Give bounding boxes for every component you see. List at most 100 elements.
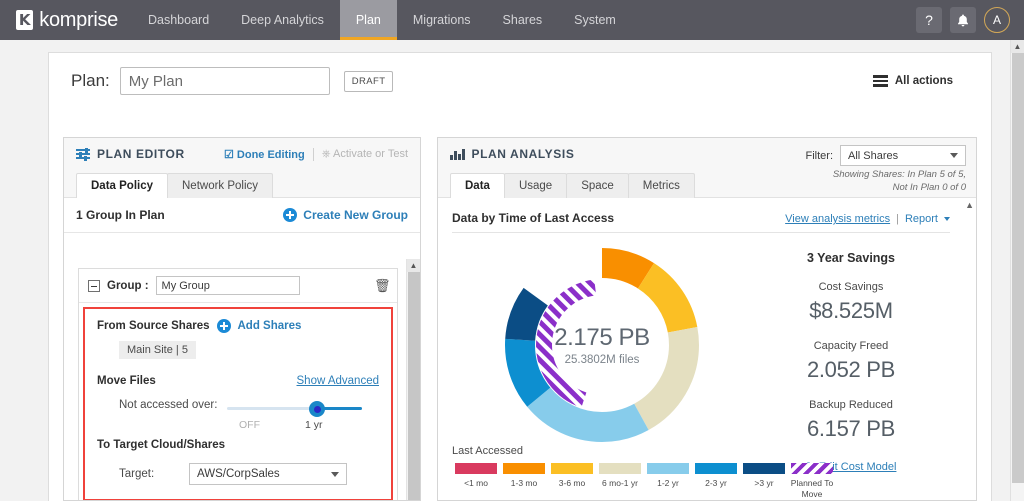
group-card: Group : 🗑 From Source Shares Add Shares (78, 268, 398, 500)
view-analysis-metrics-link[interactable]: View analysis metrics (785, 213, 890, 225)
not-accessed-over-row: Not accessed over: OFF 1 yr (97, 399, 379, 433)
group-header-row: Group : 🗑 (79, 269, 397, 303)
brand-name: komprise (39, 8, 118, 31)
move-files-row: Move Files Show Advanced (97, 375, 379, 387)
show-advanced-link[interactable]: Show Advanced (297, 375, 379, 387)
plan-editor-tabs: Data Policy Network Policy (76, 173, 274, 198)
all-actions-button[interactable]: All actions (872, 75, 975, 87)
help-icon[interactable]: ? (916, 7, 942, 33)
hamburger-icon (872, 75, 888, 87)
legend-item-2-3-yr[interactable]: 2-3 yr (692, 462, 740, 500)
tab-space[interactable]: Space (566, 173, 629, 198)
savings-title: 3 Year Savings (806, 251, 896, 265)
legend-swatch (647, 462, 689, 474)
collapse-group-icon[interactable] (88, 279, 100, 292)
target-select[interactable]: AWS/CorpSales (189, 463, 347, 485)
done-editing-label: Done Editing (236, 148, 305, 161)
donut-file-count: 25.3802M files (564, 354, 640, 366)
analysis-section-header: Data by Time of Last Access View analysi… (452, 211, 950, 233)
report-label: Report (904, 213, 938, 225)
nav-item-system[interactable]: System (558, 0, 632, 40)
links-separator: | (896, 213, 899, 225)
target-select-value: AWS/CorpSales (197, 468, 280, 480)
plan-editor-scroll-area: Group : 🗑 From Source Shares Add Shares (64, 259, 420, 500)
showing-shares-line1: Showing Shares: In Plan 5 of 5, (832, 169, 966, 180)
tab-data-policy[interactable]: Data Policy (76, 173, 168, 198)
header-divider (312, 147, 314, 161)
legend-swatch (455, 462, 497, 474)
report-dropdown[interactable]: Report (905, 213, 938, 225)
share-chip[interactable]: Main Site | 5 (119, 341, 196, 359)
plan-editor-header: PLAN EDITOR ☑ Done Editing ⎈ Activate or… (64, 138, 420, 198)
top-navigation-bar: K komprise Dashboard Deep Analytics Plan… (0, 0, 1024, 40)
analysis-main-content: 2.175 PB 25.3802M files 3 Year Savings C… (452, 233, 950, 475)
legend-item-1-3-mo[interactable]: 1-3 mo (500, 462, 548, 500)
nav-item-migrations[interactable]: Migrations (397, 0, 487, 40)
group-name-input[interactable] (155, 276, 300, 295)
bell-glyph-svg (958, 14, 968, 26)
sliders-icon (76, 147, 90, 161)
target-select-row: Target: AWS/CorpSales (97, 463, 379, 485)
legend-item-6-mo-1-yr[interactable]: 6 mo-1 yr (596, 462, 644, 500)
tab-network-policy[interactable]: Network Policy (167, 173, 274, 198)
legend-item-over-3-yr[interactable]: >3 yr (740, 462, 788, 500)
legend-label: <1 mo (464, 477, 488, 488)
savings-column: 3 Year Savings Cost Savings $8.525M Capa… (752, 241, 950, 475)
bell-icon[interactable] (950, 7, 976, 33)
legend-swatch (791, 462, 833, 474)
plan-card: Plan: DRAFT All actions PLAN ED (48, 52, 992, 501)
not-accessed-over-slider[interactable]: OFF 1 yr (227, 399, 362, 433)
plan-name-input[interactable] (119, 67, 330, 95)
legend-items: <1 mo 1-3 mo 3-6 mo 6 mo-1 yr 1-2 yr 2-3… (452, 462, 836, 500)
delete-group-icon[interactable]: 🗑 (374, 279, 391, 292)
plan-analysis-tabs: Data Usage Space Metrics (450, 173, 695, 198)
tab-data[interactable]: Data (450, 173, 505, 198)
to-target-row: To Target Cloud/Shares (97, 439, 379, 451)
filter-label: Filter: (805, 149, 834, 162)
tab-metrics[interactable]: Metrics (627, 173, 695, 198)
backup-reduced-value: 6.157 PB (806, 416, 896, 441)
plan-editor-scrollbar[interactable]: ▲ (406, 259, 420, 500)
move-policy-highlight-region: From Source Shares Add Shares Main Site … (83, 307, 393, 500)
group-count-row: 1 Group In Plan Create New Group (64, 198, 420, 233)
legend-label: 2-3 yr (705, 477, 727, 488)
status-badge[interactable]: DRAFT (343, 70, 394, 92)
cost-savings-value: $8.525M (809, 298, 893, 323)
tab-usage[interactable]: Usage (503, 173, 568, 198)
plan-analysis-panel: PLAN ANALYSIS Filter: All Shares Showing… (437, 137, 977, 501)
collapse-panel-icon[interactable]: ▲ (965, 200, 974, 210)
nav-item-deep-analytics[interactable]: Deep Analytics (225, 0, 340, 40)
nav-item-dashboard[interactable]: Dashboard (132, 0, 225, 40)
slider-handle[interactable] (309, 401, 325, 417)
chart-legend: Last Accessed <1 mo 1-3 mo 3-6 mo 6 mo-1… (452, 445, 836, 500)
add-shares-button[interactable]: Add Shares (217, 319, 301, 333)
legend-item-1-2-yr[interactable]: 1-2 yr (644, 462, 692, 500)
create-new-group-button[interactable]: Create New Group (283, 208, 408, 222)
legend-item-planned-to-move[interactable]: Planned To Move (788, 462, 836, 500)
nav-item-plan[interactable]: Plan (339, 0, 397, 40)
move-files-label: Move Files (97, 375, 156, 387)
avatar[interactable]: A (984, 7, 1010, 33)
page-scrollbar[interactable]: ▲ (1010, 40, 1024, 501)
plan-editor-title: PLAN EDITOR (97, 147, 185, 161)
capacity-freed-label: Capacity Freed (813, 340, 889, 352)
plan-analysis-header: PLAN ANALYSIS Filter: All Shares Showing… (438, 138, 976, 198)
panels-container: PLAN EDITOR ☑ Done Editing ⎈ Activate or… (63, 137, 977, 501)
brand-logo[interactable]: K komprise (0, 9, 118, 32)
capacity-freed-value: 2.052 PB (806, 357, 896, 382)
scroll-up-arrow-icon[interactable]: ▲ (1011, 40, 1024, 53)
chevron-down-icon (950, 153, 958, 158)
add-shares-label: Add Shares (237, 320, 302, 332)
legend-item-3-6-mo[interactable]: 3-6 mo (548, 462, 596, 500)
activate-or-test-button[interactable]: ⎈ Activate or Test (322, 148, 408, 161)
legend-swatch (503, 462, 545, 474)
plan-editor-title-group: PLAN EDITOR (76, 147, 185, 161)
scrollbar-thumb[interactable] (408, 272, 420, 500)
scroll-up-arrow-icon[interactable]: ▲ (407, 259, 420, 272)
done-editing-button[interactable]: ☑ Done Editing (224, 148, 305, 161)
filter-select[interactable]: All Shares (840, 145, 966, 166)
nav-item-shares[interactable]: Shares (487, 0, 559, 40)
legend-item-lt-1-mo[interactable]: <1 mo (452, 462, 500, 500)
page-scrollbar-thumb[interactable] (1012, 53, 1024, 483)
main-nav-items: Dashboard Deep Analytics Plan Migrations… (132, 0, 632, 40)
